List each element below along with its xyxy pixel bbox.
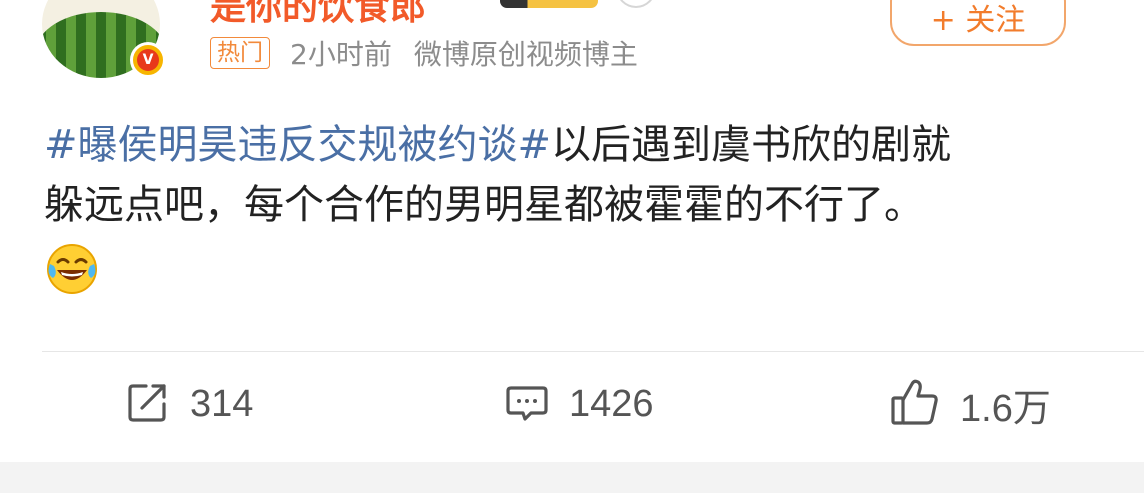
post-source: 微博原创视频博主	[413, 38, 638, 71]
repost-count: 314	[190, 382, 254, 425]
verified-badge-icon: V	[130, 42, 166, 78]
post-text-line2: 躲远点吧，每个合作的男明星都被霍霍的不行了。	[44, 182, 924, 228]
repost-button[interactable]: 314	[126, 376, 253, 432]
verified-badge-label: V	[137, 49, 159, 71]
like-button[interactable]: 1.6万	[890, 376, 1051, 432]
laugh-cry-emoji-icon	[44, 240, 98, 294]
repost-icon	[126, 380, 170, 428]
hot-tag: 热门	[210, 37, 270, 69]
avatar[interactable]: V	[42, 0, 166, 78]
post-text: #曝侯明昊违反交规被约谈#以后遇到虞书欣的剧就 躲远点吧，每个合作的男明星都被霍…	[44, 115, 1114, 295]
member-badge-icon[interactable]	[500, 0, 598, 8]
post-text-line1: 以后遇到虞书欣的剧就	[551, 122, 952, 168]
username[interactable]: 是你的饮食郎	[210, 0, 426, 30]
comment-icon	[505, 380, 549, 428]
thumbs-up-icon	[890, 378, 940, 430]
post-time: 2小时前	[290, 38, 392, 71]
divider	[42, 351, 1144, 352]
level-badge-icon	[616, 0, 656, 8]
hashtag-link[interactable]: #曝侯明昊违反交规被约谈#	[44, 122, 551, 168]
feed-separator	[0, 462, 1144, 493]
comment-count: 1426	[569, 382, 654, 425]
follow-button[interactable]: + 关注	[890, 0, 1066, 46]
comment-button[interactable]: 1426	[505, 376, 654, 432]
post-meta: 热门 2小时前 微博原创视频博主	[210, 36, 638, 71]
like-count: 1.6万	[960, 387, 1051, 430]
